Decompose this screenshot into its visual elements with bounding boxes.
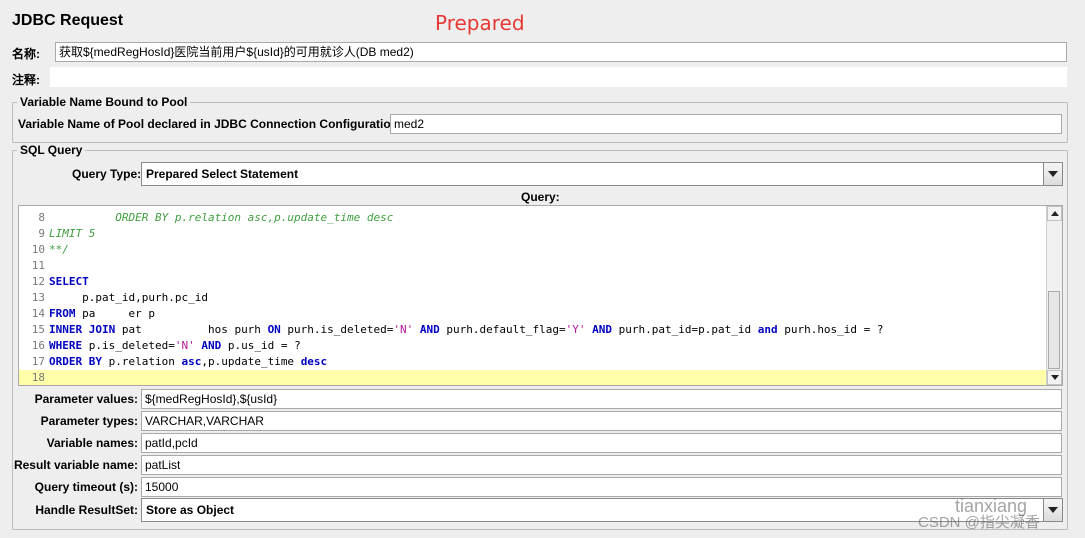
code-text: LIMIT 5 [49, 227, 96, 240]
line-number: 15 [31, 323, 45, 336]
line-number: 12 [31, 275, 45, 288]
scroll-up-icon[interactable] [1047, 206, 1062, 221]
parameter-types-label: Parameter types: [40, 414, 138, 428]
pool-group-title: Variable Name Bound to Pool [17, 95, 191, 109]
line-number: 16 [31, 339, 45, 352]
handle-resultset-label: Handle ResultSet: [35, 503, 138, 517]
code-line: 11 [19, 258, 1049, 274]
parameter-types-field[interactable]: VARCHAR,VARCHAR [141, 411, 1062, 431]
code-text: WHERE p.is_deleted='N' AND p.us_id = ? [49, 339, 301, 352]
code-text: ORDER BY p.relation asc,p.update_time de… [49, 355, 328, 368]
pool-name-field[interactable]: med2 [390, 114, 1062, 134]
code-text: FROM pa er p [49, 307, 155, 320]
variable-names-field[interactable]: patId,pcId [141, 433, 1062, 453]
panel-title: JDBC Request [12, 12, 124, 29]
code-line: 15 INNER JOIN pat hos purh ON purh.is_del… [19, 322, 1049, 338]
result-variable-label: Result variable name: [13, 458, 138, 472]
query-type-select[interactable]: Prepared Select Statement [141, 162, 1063, 186]
pool-name-label: Variable Name of Pool declared in JDBC C… [18, 117, 403, 131]
parameter-values-field[interactable]: ${medRegHosId},${usId} [141, 389, 1062, 409]
line-number: 17 [31, 355, 45, 368]
code-line: 13 p.pat_id,purh.pc_id [19, 290, 1049, 306]
code-text: ORDER BY p.relation asc,p.update_time de… [49, 211, 394, 224]
code-line: 16 WHERE p.is_deleted='N' AND p.us_id = ? [19, 338, 1049, 354]
line-number: 13 [31, 291, 45, 304]
query-type-value: Prepared Select Statement [146, 167, 299, 181]
query-label: Query: [521, 190, 560, 204]
variable-names-label: Variable names: [46, 436, 138, 450]
code-line: 8 ORDER BY p.relation asc,p.update_time … [19, 210, 1049, 226]
result-variable-field[interactable]: patList [141, 455, 1062, 475]
sql-query-editor[interactable]: 8 ORDER BY p.relation asc,p.update_time … [18, 205, 1063, 386]
code-line: 18 [19, 370, 1049, 385]
code-line: 14 FROM pa er p [19, 306, 1049, 322]
code-text: INNER JOIN pat hos purh ON purh.is_delet… [49, 323, 884, 336]
code-text: SELECT [49, 275, 89, 288]
chevron-down-icon[interactable] [1043, 163, 1062, 185]
query-timeout-label: Query timeout (s): [34, 480, 138, 494]
line-number: 9 [38, 227, 45, 240]
code-line: 10 **/ [19, 242, 1049, 258]
line-number: 14 [31, 307, 45, 320]
sql-group-title: SQL Query [17, 143, 86, 157]
line-number: 18 [31, 371, 45, 384]
code-line: 12 SELECT [19, 274, 1049, 290]
handle-resultset-value: Store as Object [146, 503, 235, 517]
query-timeout-field[interactable]: 15000 [141, 477, 1062, 497]
line-number: 8 [38, 211, 45, 224]
code-line: 17 ORDER BY p.relation asc,p.update_time … [19, 354, 1049, 370]
name-label: 名称: [12, 47, 40, 61]
comment-field[interactable] [50, 67, 1067, 87]
scrollbar-thumb[interactable] [1048, 291, 1060, 369]
comment-label: 注释: [12, 73, 40, 87]
line-number: 11 [31, 259, 45, 272]
parameter-values-label: Parameter values: [34, 392, 138, 406]
csdn-watermark: CSDN @指尖凝香 [918, 514, 1040, 531]
scroll-down-icon[interactable] [1047, 370, 1062, 385]
line-number: 10 [31, 243, 45, 256]
code-text: **/ [49, 243, 69, 256]
code-text: p.pat_id,purh.pc_id [49, 291, 208, 304]
query-type-label: Query Type: [72, 167, 142, 181]
prepared-annotation: Prepared [435, 11, 525, 35]
name-field[interactable]: 获取${medRegHosId}医院当前用户${usId}的可用就诊人(DB m… [55, 42, 1067, 62]
chevron-down-icon[interactable] [1043, 499, 1062, 521]
code-line: 9 LIMIT 5 [19, 226, 1049, 242]
editor-scrollbar[interactable] [1046, 206, 1062, 385]
